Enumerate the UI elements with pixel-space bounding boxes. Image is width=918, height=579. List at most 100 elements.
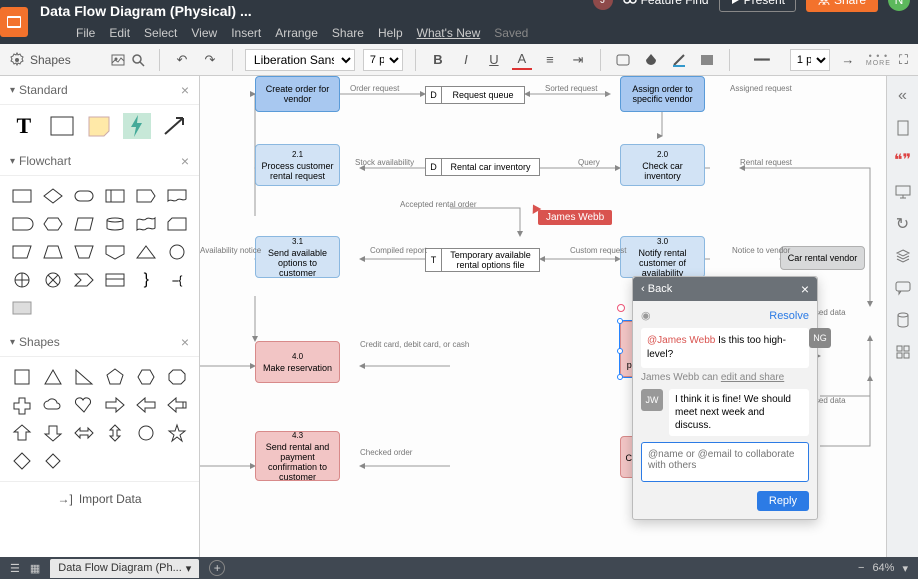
shape-arr-lr[interactable] <box>70 421 97 445</box>
page-icon[interactable] <box>893 118 913 138</box>
data-icon[interactable] <box>893 310 913 330</box>
more-button[interactable]: • • •MORE <box>866 52 891 68</box>
shape-arr-u[interactable] <box>8 421 35 445</box>
comment-input[interactable] <box>641 442 809 482</box>
tab-menu-icon[interactable]: ▾ <box>186 562 192 575</box>
shape-cloud[interactable] <box>39 393 66 417</box>
node-4-0[interactable]: 4.0Make reservation <box>255 341 340 383</box>
shape-trap2[interactable] <box>39 240 66 264</box>
close-icon[interactable]: × <box>181 153 189 169</box>
shape-diam2[interactable] <box>8 449 35 473</box>
zoom-dropdown-icon[interactable]: ▾ <box>902 562 908 575</box>
present-icon[interactable] <box>893 182 913 202</box>
menu-help[interactable]: Help <box>378 26 403 40</box>
shape-xcircle[interactable] <box>39 268 66 292</box>
menu-insert[interactable]: Insert <box>231 26 261 40</box>
line-color-button[interactable] <box>669 50 689 70</box>
menu-view[interactable]: View <box>191 26 217 40</box>
section-flowchart[interactable]: ▾ Flowchart × <box>0 147 199 176</box>
import-data-button[interactable]: →] Import Data <box>0 481 199 516</box>
page-tab[interactable]: Data Flow Diagram (Ph... ▾ <box>50 559 199 578</box>
arrow-tool[interactable] <box>161 113 189 139</box>
feature-find-button[interactable]: Feature Find <box>623 0 709 7</box>
font-size-select[interactable]: 7 pt <box>363 49 403 71</box>
section-standard[interactable]: ▾ Standard × <box>0 76 199 105</box>
reply-button[interactable]: Reply <box>757 491 809 511</box>
shape-tri[interactable] <box>39 365 66 389</box>
shape-brace2[interactable]: ⎯{ <box>164 268 191 292</box>
resolve-button[interactable]: Resolve <box>769 310 809 322</box>
shape-brace[interactable]: } <box>133 268 160 292</box>
text-color-button[interactable]: A <box>512 50 532 70</box>
shape-circ2[interactable] <box>133 421 160 445</box>
datastore-tempfile[interactable]: T Temporary available rental options fil… <box>425 248 540 272</box>
rect-tool[interactable] <box>48 113 76 139</box>
shape-datastore[interactable] <box>101 184 128 208</box>
zoom-level[interactable]: 64% <box>872 562 894 574</box>
node-3-1[interactable]: 3.1Send available options to customer <box>255 236 340 278</box>
shape-arr-r[interactable] <box>101 393 128 417</box>
node-2-1[interactable]: 2.1Process customer rental request <box>255 144 340 186</box>
shape-fill-button[interactable] <box>697 50 717 70</box>
section-shapes[interactable]: ▾ Shapes × <box>0 328 199 357</box>
comments-icon[interactable]: ❝❞ <box>893 150 913 170</box>
share-button[interactable]: Share <box>806 0 878 12</box>
shape-card[interactable] <box>164 212 191 236</box>
shape-arrow-pent[interactable] <box>70 268 97 292</box>
gear-icon[interactable] <box>10 53 24 67</box>
node-3-0[interactable]: 3.0Notify rental customer of availabilit… <box>620 236 705 278</box>
arrow-style-button[interactable]: → <box>838 50 858 70</box>
shape-arr-d[interactable] <box>39 421 66 445</box>
node-2-0[interactable]: 2.0Check car inventory <box>620 144 705 186</box>
menu-file[interactable]: File <box>76 26 95 40</box>
shape-rtri[interactable] <box>70 365 97 389</box>
edit-share-link[interactable]: edit and share <box>721 372 784 383</box>
image-icon[interactable] <box>111 53 125 67</box>
shape-arr-ud[interactable] <box>101 421 128 445</box>
shape-crosscircle[interactable] <box>8 268 35 292</box>
shape-arr-l[interactable] <box>133 393 160 417</box>
layers-icon[interactable] <box>893 246 913 266</box>
font-select[interactable]: Liberation Sans <box>245 49 355 71</box>
app-logo[interactable] <box>0 7 28 37</box>
zoom-out-button[interactable]: − <box>858 562 864 574</box>
shape-hex[interactable] <box>39 212 66 236</box>
shape-arr-lc[interactable] <box>164 393 191 417</box>
line-style-button[interactable]: ━━ <box>742 50 782 70</box>
shape-pentagon-down[interactable] <box>101 240 128 264</box>
add-page-button[interactable]: + <box>209 560 225 576</box>
shape-oct[interactable] <box>164 365 191 389</box>
underline-button[interactable]: U <box>484 50 504 70</box>
close-icon[interactable]: × <box>181 334 189 350</box>
shape-triangle[interactable] <box>133 240 160 264</box>
text-tool[interactable]: T <box>10 113 38 139</box>
node-create-order[interactable]: Create order for vendor <box>255 76 340 112</box>
shape-pill[interactable] <box>70 184 97 208</box>
node-assign-order[interactable]: Assign order to specific vendor <box>620 76 705 112</box>
close-icon[interactable]: × <box>801 281 809 297</box>
expand-rail-icon[interactable]: « <box>893 86 913 106</box>
datastore-request-queue[interactable]: D Request queue <box>425 86 525 104</box>
chat-icon[interactable] <box>893 278 913 298</box>
shape-style-button[interactable] <box>613 50 633 70</box>
shape-tape[interactable] <box>133 212 160 236</box>
shape-heart[interactable] <box>70 393 97 417</box>
fullscreen-button[interactable]: ⛶ <box>899 50 918 70</box>
shape-parallelogram[interactable] <box>70 212 97 236</box>
shape-fillrect[interactable] <box>8 296 35 320</box>
shape-diamond[interactable] <box>39 184 66 208</box>
node-vendor[interactable]: Car rental vendor <box>780 246 865 270</box>
menu-whats-new[interactable]: What's New <box>417 26 481 40</box>
menu-arrange[interactable]: Arrange <box>275 26 318 40</box>
shape-pent[interactable] <box>101 365 128 389</box>
grid-view-icon[interactable]: ▦ <box>30 562 40 575</box>
shape-dstore2[interactable] <box>101 268 128 292</box>
datastore-inventory[interactable]: D Rental car inventory <box>425 158 540 176</box>
menu-edit[interactable]: Edit <box>109 26 130 40</box>
align-button[interactable]: ≡ <box>540 50 560 70</box>
user-avatar[interactable]: N <box>888 0 910 11</box>
shape-trap1[interactable] <box>8 240 35 264</box>
history-icon[interactable]: ↻ <box>893 214 913 234</box>
close-icon[interactable]: × <box>181 82 189 98</box>
node-4-3[interactable]: 4.3Send rental and payment confirmation … <box>255 431 340 481</box>
